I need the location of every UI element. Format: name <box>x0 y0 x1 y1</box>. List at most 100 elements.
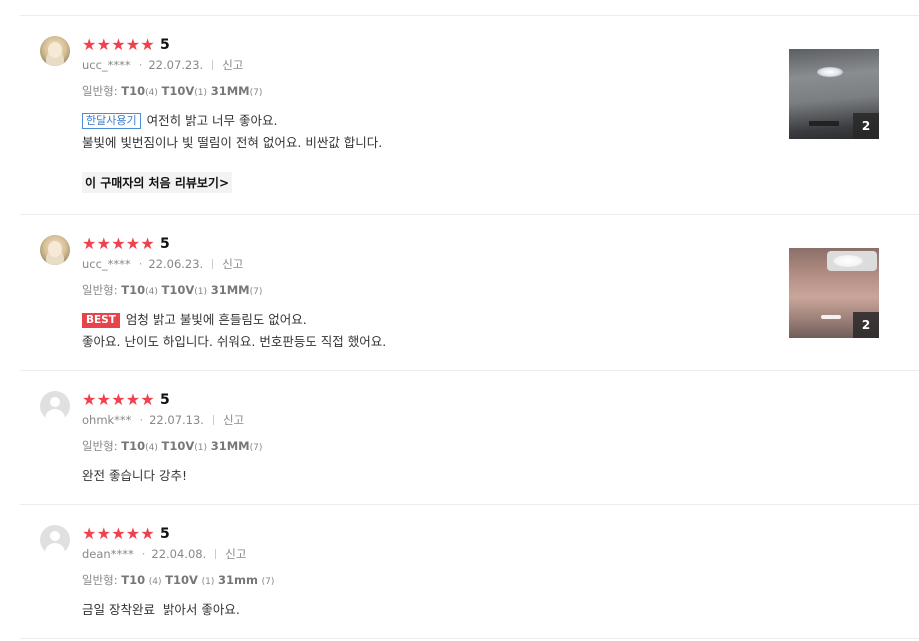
default-user-icon <box>40 391 70 421</box>
reviewer-name: ucc_**** <box>82 58 131 72</box>
option-label: 일반형: <box>82 84 118 98</box>
option-qty: (1) <box>194 443 208 453</box>
avatar-body <box>45 409 65 421</box>
star-icon: ★ <box>82 234 97 253</box>
purchase-option: 일반형: T10(4) T10V(1) 31MM(7) <box>82 84 382 98</box>
option-qty: (7) <box>249 287 263 297</box>
star-icon: ★ <box>82 35 97 54</box>
option-qty: (4) <box>148 577 162 587</box>
review-text: 한달사용기 여전히 밝고 너무 좋아요. 불빛에 빛번짐이나 빛 떨림이 전혀 없… <box>82 110 382 154</box>
avatar-body <box>45 543 65 555</box>
review-text: 금일 장착완료 밝아서 좋아요. <box>82 599 274 621</box>
report-link[interactable]: 신고 <box>223 413 244 427</box>
star-rating: ★ ★ ★ ★ ★ <box>82 392 155 408</box>
divider <box>212 415 214 425</box>
review-date: 22.04.08. <box>151 547 207 561</box>
option-qty: (7) <box>261 577 275 587</box>
review-item: ★ ★ ★ ★ ★ 5 ohmk*** · 22.07.13. 신고 일반형: … <box>20 391 919 505</box>
option-qty: (1) <box>194 287 208 297</box>
option-qty: (7) <box>249 443 263 453</box>
review-line: 불빛에 빛번짐이나 빛 떨림이 전혀 없어요. 비싼값 합니다. <box>82 135 383 150</box>
option-item: T10 <box>121 84 146 98</box>
rating: ★ ★ ★ ★ ★ 5 <box>82 391 262 409</box>
report-link[interactable]: 신고 <box>222 58 243 72</box>
option-item: T10 <box>121 283 146 297</box>
star-icon: ★ <box>111 390 126 409</box>
star-icon: ★ <box>96 35 111 54</box>
rating: ★ ★ ★ ★ ★ 5 <box>82 525 274 543</box>
option-item: T10V <box>161 84 195 98</box>
review-meta: ucc_**** · 22.07.23. 신고 <box>82 58 382 72</box>
star-icon: ★ <box>140 234 155 253</box>
dot-separator: · <box>138 257 143 271</box>
rating-score: 5 <box>159 526 170 542</box>
review-date: 22.06.23. <box>148 257 204 271</box>
star-icon: ★ <box>140 524 155 543</box>
option-label: 일반형: <box>82 439 118 453</box>
star-icon: ★ <box>96 234 111 253</box>
chevron-right-icon: > <box>218 176 230 190</box>
reviewer-name: ucc_**** <box>82 257 131 271</box>
divider <box>212 60 214 70</box>
option-item: T10 <box>121 573 146 587</box>
divider <box>212 259 214 269</box>
star-icon: ★ <box>125 234 141 253</box>
review-meta: ohmk*** · 22.07.13. 신고 <box>82 413 262 427</box>
review-date: 22.07.23. <box>148 58 204 72</box>
purchase-option: 일반형: T10(4) T10V(1) 31MM(7) <box>82 439 262 453</box>
first-review-link-label: 이 구매자의 처음 리뷰보기 <box>85 176 219 190</box>
rating: ★ ★ ★ ★ ★ 5 <box>82 235 386 253</box>
option-item: 31MM <box>210 84 250 98</box>
user-avatar <box>40 235 70 265</box>
purchase-option: 일반형: T10(4) T10V(1) 31MM(7) <box>82 283 386 297</box>
photo-count: 2 <box>853 113 879 139</box>
option-qty: (4) <box>145 88 158 98</box>
review-line: 여전히 밝고 너무 좋아요. <box>146 113 278 128</box>
option-item: T10 <box>121 439 146 453</box>
rating-score: 5 <box>159 392 170 408</box>
star-icon: ★ <box>140 390 155 409</box>
reviewer-name: ohmk*** <box>82 413 132 427</box>
option-qty: (1) <box>201 577 215 587</box>
review-meta: dean**** · 22.04.08. 신고 <box>82 547 274 561</box>
review-text: BEST 엄청 밝고 불빛에 흔들림도 없어요. 좋아요. 난이도 하입니다. 쉬… <box>82 309 386 353</box>
reviewer-name: dean**** <box>82 547 134 561</box>
purchase-option: 일반형: T10 (4) T10V (1) 31mm (7) <box>82 573 274 587</box>
star-icon: ★ <box>82 390 97 409</box>
option-qty: (1) <box>194 88 208 98</box>
review-photo-thumbnail[interactable]: 2 <box>789 248 879 338</box>
top-divider <box>20 15 919 16</box>
star-icon: ★ <box>111 35 126 54</box>
first-review-link[interactable]: 이 구매자의 처음 리뷰보기> <box>82 172 233 193</box>
star-icon: ★ <box>111 524 126 543</box>
star-rating: ★ ★ ★ ★ ★ <box>82 236 155 252</box>
option-item: 31MM <box>210 283 250 297</box>
dot-separator: · <box>139 413 144 427</box>
option-qty: (4) <box>145 443 158 453</box>
review-photo-thumbnail[interactable]: 2 <box>789 49 879 139</box>
review-line: 엄청 밝고 불빛에 흔들림도 없어요. <box>125 312 307 327</box>
rating: ★ ★ ★ ★ ★ 5 <box>82 36 382 54</box>
photo-content <box>817 67 843 77</box>
month-use-badge: 한달사용기 <box>82 113 141 129</box>
review-item: ★ ★ ★ ★ ★ 5 ucc_**** · 22.06.23. 신고 일반형:… <box>20 235 919 371</box>
option-item: 31mm <box>218 573 258 587</box>
star-icon: ★ <box>96 390 111 409</box>
star-icon: ★ <box>125 524 141 543</box>
report-link[interactable]: 신고 <box>225 547 246 561</box>
option-item: T10V <box>165 573 198 587</box>
star-icon: ★ <box>125 35 141 54</box>
review-line: 좋아요. 난이도 하입니다. 쉬워요. 번호판등도 직접 했어요. <box>82 334 387 349</box>
review-line: 완전 좋습니다 강추! <box>82 468 187 483</box>
photo-content <box>809 121 839 126</box>
dot-separator: · <box>141 547 146 561</box>
review-item: ★ ★ ★ ★ ★ 5 dean**** · 22.04.08. 신고 일반형:… <box>20 525 919 639</box>
review-meta: ucc_**** · 22.06.23. 신고 <box>82 257 386 271</box>
star-icon: ★ <box>140 35 155 54</box>
default-user-icon <box>40 525 70 555</box>
star-rating: ★ ★ ★ ★ ★ <box>82 526 155 542</box>
option-qty: (7) <box>249 88 263 98</box>
report-link[interactable]: 신고 <box>222 257 243 271</box>
rating-score: 5 <box>159 236 170 252</box>
review-date: 22.07.13. <box>149 413 204 427</box>
